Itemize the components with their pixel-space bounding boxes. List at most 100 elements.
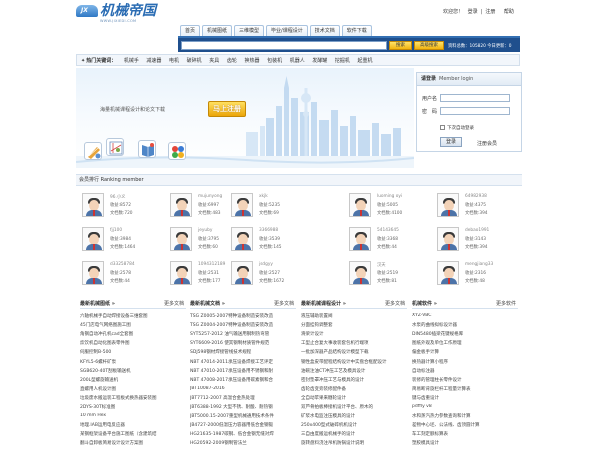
ranking-user[interactable]: fjj100 收益:3984 文档数:1464 [82, 223, 167, 257]
user-name[interactable]: mujunyong [198, 194, 222, 199]
ranking-user[interactable]: 汉天 收益:2519 文档数:81 [349, 257, 434, 291]
list-item[interactable]: 一批加深器产品结构设计模型下载 [301, 349, 407, 355]
list-item[interactable]: 10 mm Hex [80, 413, 186, 418]
nav-tab-graduation-design[interactable]: 毕业/课程设计 [266, 25, 308, 36]
ranking-user[interactable]: debao1991 收益:3143 文档数:394 [437, 223, 522, 257]
user-name[interactable]: 3366988 [259, 228, 278, 233]
list-item[interactable]: 三自由度搬运机械手的设计 [301, 431, 407, 437]
list-item[interactable]: 200L型螺旋输送机 [80, 377, 186, 383]
list-item[interactable]: 液压辅助装置阀 [301, 313, 407, 319]
list-item[interactable]: TSG Z0005-2007特种设备制造安装改造 [190, 313, 296, 319]
list-item[interactable]: JBT5000.15-2007重型机械通用技术条件 [190, 413, 296, 419]
avatar[interactable] [437, 227, 459, 251]
gears-icon[interactable] [168, 142, 186, 160]
ranking-user[interactable]: jsdgyy 收益:2527 文档数:1672 [231, 257, 316, 291]
column-title[interactable]: 最新机械课程设计 » [301, 301, 346, 307]
list-item[interactable]: 齿轮齿变旁装修配件备 [301, 386, 407, 392]
list-item[interactable]: 角钢自动冲孔机cad全套图 [80, 331, 186, 337]
more-link[interactable]: 更多文档 [385, 300, 405, 307]
top-login-link[interactable]: 登录 [468, 9, 478, 15]
hot-keyword[interactable]: 齿轮 [227, 58, 237, 64]
list-item[interactable]: 250x400型式破碎机机设计 [301, 422, 407, 428]
login-button[interactable]: 登录 [440, 137, 462, 147]
list-item[interactable]: SYT6609-2016 使其钢制材质管件规范 [190, 340, 296, 346]
list-item[interactable]: 45门店电气网络图施工图 [80, 322, 186, 328]
list-item[interactable]: 翻斗自卸板简易设计设计方案图 [80, 440, 186, 446]
book-icon[interactable] [138, 140, 156, 158]
list-item[interactable]: NBT 47008-2017承压设备用碳素钢和合 [190, 377, 296, 383]
drawing-tool-icon[interactable] [84, 142, 102, 160]
user-name[interactable]: mengjiang33 [465, 262, 493, 267]
list-item[interactable]: 油碗注油CT冲压工艺及模具设计 [301, 368, 407, 374]
list-item[interactable]: TSG Z0004-2007特种设备制造安装改造 [190, 322, 296, 328]
more-link[interactable]: 更多软件 [496, 300, 516, 307]
ranking-user[interactable]: luoming oyi 收益:5005 文档数:4100 [349, 189, 434, 223]
list-item[interactable]: 地理.IAB运用电反应器 [80, 422, 186, 428]
top-help-link[interactable]: 帮助 [504, 9, 514, 15]
list-item[interactable]: 密封垫罩冲压工艺与模具的设计 [301, 377, 407, 383]
list-item[interactable]: 简易断背旋栏杆工程量计算表 [412, 386, 518, 392]
nav-tab-3d-models[interactable]: 三维模型 [234, 25, 265, 36]
advanced-search-button[interactable]: 高级搜索 [414, 41, 444, 50]
top-register-link[interactable]: 注册 [485, 9, 495, 15]
user-name[interactable]: 1094312189 [198, 262, 225, 267]
list-item[interactable]: pdffly v8 [412, 404, 518, 409]
register-member-link[interactable]: 注册会员 [477, 140, 497, 147]
avatar[interactable] [82, 227, 104, 251]
list-item[interactable]: 塑胶模具设计 [412, 440, 518, 446]
list-item[interactable]: JBT10087-2016 [190, 386, 296, 391]
hot-keyword[interactable]: 包装机 [267, 58, 282, 64]
list-item[interactable]: 全自动苹果来糖轮设计 [301, 395, 407, 401]
hot-keyword[interactable]: 起重机 [358, 58, 373, 64]
list-item[interactable]: 图纸外观及单位工作原理 [412, 340, 518, 346]
ranking-user[interactable]: 3366988 收益:3539 文档数:145 [231, 223, 316, 257]
list-item[interactable]: 垃圾废水搬运装工程板式换热器安装图 [80, 395, 186, 401]
hot-keyword[interactable]: 减速器 [146, 58, 161, 64]
nav-tab-drawings[interactable]: 机械图纸 [202, 25, 233, 36]
banner-register-button[interactable]: 马上注册 [208, 101, 246, 117]
list-item[interactable]: 自动标注器 [412, 368, 518, 374]
username-input[interactable] [440, 94, 510, 102]
list-item[interactable]: 分面挂钩调整套 [301, 322, 407, 328]
list-item[interactable]: XYZ-VBC [412, 313, 518, 318]
user-name[interactable]: jsdgyy [259, 262, 273, 267]
ranking-user[interactable]: 54143645 收益:3368 文档数:44 [349, 223, 434, 257]
list-item[interactable]: 炊饮机自动化图表零件图 [80, 340, 186, 346]
avatar[interactable] [170, 193, 192, 217]
list-item[interactable]: 差物中心坯、公法线、齿顶圆计算 [412, 422, 518, 428]
remember-checkbox[interactable] [440, 125, 445, 130]
avatar[interactable] [170, 227, 192, 251]
user-name[interactable]: 54143645 [377, 228, 399, 233]
ranking-user[interactable]: mengjiang33 收益:2316 文档数:48 [437, 257, 522, 291]
list-item[interactable]: KFYL5-6螺杆矿泵 [80, 359, 186, 365]
avatar[interactable] [349, 193, 371, 217]
user-name[interactable]: 汉天 [377, 262, 386, 268]
list-item[interactable]: HG21635-1987碳钢、低合金钢无缝对焊 [190, 431, 296, 437]
list-item[interactable]: JBT6388-1992 大型不锈、耐酸、耐热钢 [190, 404, 296, 410]
list-item[interactable]: SYT5257-2012 油气输送用钢制热弯管 [190, 331, 296, 337]
list-item[interactable]: 双芦骨拍板棒接机设计平台、原木的 [301, 404, 407, 410]
list-item[interactable]: 装修的管理柱长零件设计 [412, 377, 518, 383]
nav-tab-tech-docs[interactable]: 技术文档 [309, 25, 340, 36]
avatar[interactable] [437, 193, 459, 217]
list-item[interactable]: 钢性盒皮带配程结构设计中实盘合框配设计 [301, 359, 407, 365]
list-item[interactable]: 键与齿重设计 [412, 395, 518, 401]
ranking-user[interactable]: 96.小义 收益:8572 文档数:720 [82, 189, 167, 223]
list-item[interactable]: DIN5480插梁花键规格库 [412, 331, 518, 337]
search-button[interactable]: 搜索 [389, 41, 412, 50]
user-name[interactable]: xkjk [259, 194, 268, 199]
more-link[interactable]: 更多文档 [164, 300, 184, 307]
list-item[interactable]: HG20592-2009钢制管法兰 [190, 440, 296, 446]
avatar[interactable] [82, 261, 104, 285]
list-item[interactable]: 直螺用人机设计图 [80, 386, 186, 392]
nav-tab-home[interactable]: 首页 [180, 25, 201, 36]
list-item[interactable]: 水和蒸汽热力参数查询和计算 [412, 413, 518, 419]
avatar[interactable] [437, 261, 459, 285]
column-title[interactable]: 最新机械文档 » [190, 301, 225, 307]
more-link[interactable]: 更多文档 [274, 300, 294, 307]
list-item[interactable]: SDJ598钢材焊接管线技术规程 [190, 349, 296, 355]
list-item[interactable]: 2DYS-30T标准图 [80, 404, 186, 410]
list-item[interactable]: 旋转盘料浇注吊机防锅设计说明 [301, 440, 407, 446]
avatar[interactable] [170, 261, 192, 285]
user-name[interactable]: debao1991 [465, 228, 489, 233]
